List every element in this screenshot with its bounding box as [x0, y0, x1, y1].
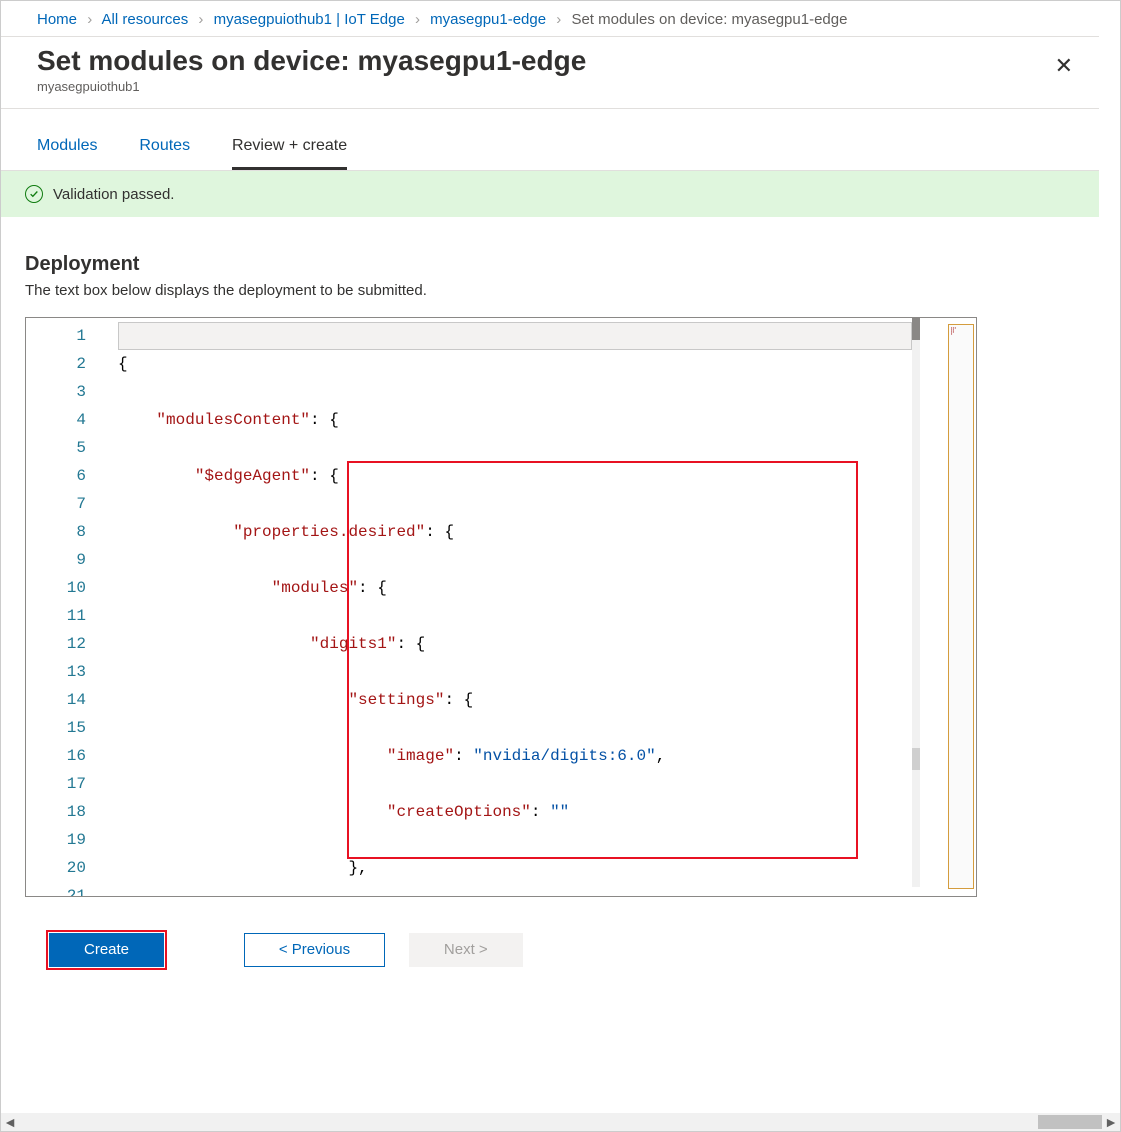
breadcrumb-iothub[interactable]: myasegpuiothub1 | IoT Edge	[214, 11, 405, 28]
tab-bar: Modules Routes Review + create	[1, 109, 1099, 171]
deployment-json-editor[interactable]: 1 2 3 4 5 6 7 8 9 10 11 12 13 14	[25, 317, 977, 897]
editor-minimap[interactable]	[916, 322, 944, 892]
breadcrumb-current: Set modules on device: myasegpu1-edge	[571, 11, 847, 28]
page-title: Set modules on device: myasegpu1-edge	[37, 45, 1079, 77]
validation-banner: Validation passed.	[1, 171, 1099, 217]
wizard-footer: Create < Previous Next >	[25, 897, 1075, 987]
next-button: Next >	[409, 933, 523, 967]
create-button[interactable]: Create	[49, 933, 164, 967]
tab-routes[interactable]: Routes	[139, 131, 190, 167]
chevron-right-icon: ›	[192, 11, 209, 28]
chevron-right-icon: ›	[81, 11, 98, 28]
tab-review-create[interactable]: Review + create	[232, 131, 347, 170]
scroll-left-arrow-icon[interactable]: ◄	[1, 1113, 19, 1131]
chevron-right-icon: ›	[550, 11, 567, 28]
page-subtitle: myasegpuiothub1	[37, 79, 1079, 94]
horizontal-scrollbar-thumb[interactable]	[1038, 1115, 1102, 1129]
check-circle-icon	[25, 185, 43, 203]
editor-gutter: 1 2 3 4 5 6 7 8 9 10 11 12 13 14	[26, 318, 118, 896]
validation-text: Validation passed.	[53, 186, 174, 203]
scroll-right-arrow-icon[interactable]: ►	[1102, 1113, 1120, 1131]
section-heading-deployment: Deployment	[25, 253, 1075, 276]
chevron-right-icon: ›	[409, 11, 426, 28]
tab-modules[interactable]: Modules	[37, 131, 97, 167]
breadcrumb-edge-device[interactable]: myasegpu1-edge	[430, 11, 546, 28]
breadcrumb-home[interactable]: Home	[37, 11, 77, 28]
horizontal-scrollbar[interactable]: ◄ ►	[1, 1113, 1120, 1131]
editor-overview-ruler[interactable]: ■ ■ ■■ ■■ ■■	[948, 324, 974, 889]
breadcrumb-all-resources[interactable]: All resources	[102, 11, 189, 28]
editor-code-area[interactable]: { "modulesContent": { "$edgeAgent": { "p…	[118, 322, 912, 896]
close-button[interactable]: ✕	[1055, 55, 1073, 77]
previous-button[interactable]: < Previous	[244, 933, 385, 967]
section-description: The text box below displays the deployme…	[25, 282, 1075, 299]
breadcrumb: Home › All resources › myasegpuiothub1 |…	[1, 1, 1099, 36]
